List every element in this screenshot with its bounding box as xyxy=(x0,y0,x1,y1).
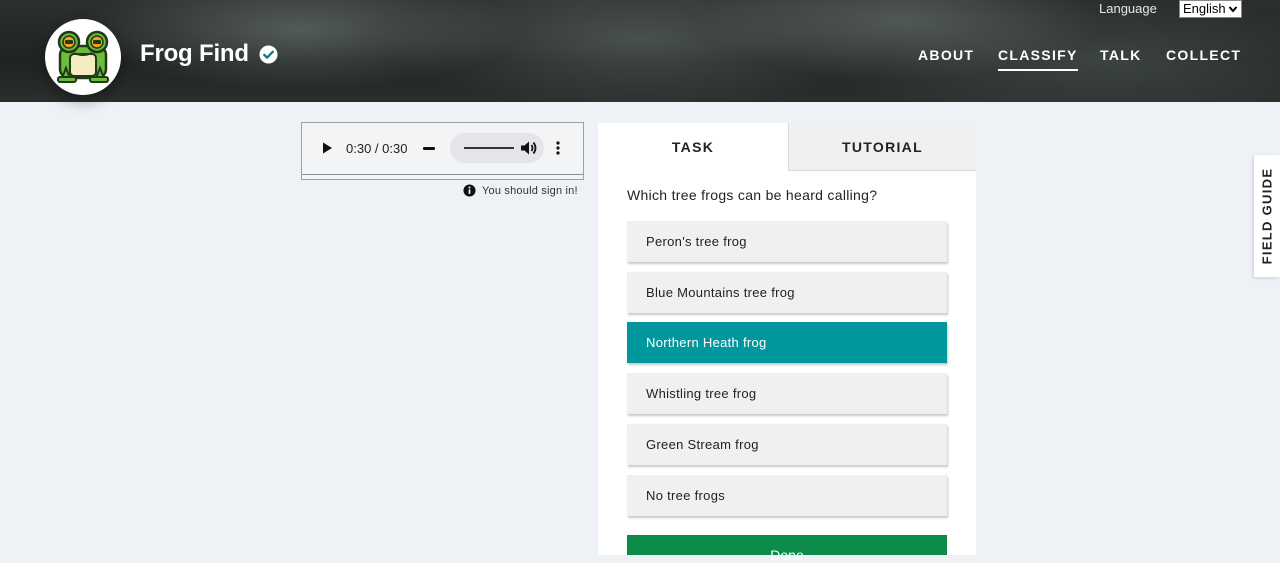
chevron-down-icon xyxy=(1228,6,1238,13)
answer-perons-tree-frog[interactable]: Peron's tree frog xyxy=(627,221,947,262)
nav-about[interactable]: ABOUT xyxy=(918,47,974,63)
volume-icon[interactable] xyxy=(520,140,538,156)
signin-notice: You should sign in! xyxy=(482,185,578,197)
verified-check-icon xyxy=(259,45,278,64)
project-title[interactable]: Frog Find xyxy=(140,40,249,68)
answer-northern-heath-frog[interactable]: Northern Heath frog xyxy=(627,322,947,363)
answer-no-tree-frogs[interactable]: No tree frogs xyxy=(627,475,947,516)
more-options-icon[interactable] xyxy=(553,140,563,156)
answer-green-stream-frog[interactable]: Green Stream frog xyxy=(627,424,947,465)
nav-collect[interactable]: COLLECT xyxy=(1166,47,1241,63)
field-guide-label: FIELD GUIDE xyxy=(1259,167,1275,265)
nav-classify[interactable]: CLASSIFY xyxy=(998,47,1078,71)
answer-whistling-tree-frog[interactable]: Whistling tree frog xyxy=(627,373,947,414)
language-selected-value: English xyxy=(1183,1,1226,16)
answer-blue-mountains-tree-frog[interactable]: Blue Mountains tree frog xyxy=(627,272,947,313)
nav-talk[interactable]: TALK xyxy=(1100,47,1142,63)
tab-tutorial[interactable]: TUTORIAL xyxy=(788,123,976,171)
audio-progress-icon[interactable] xyxy=(423,147,435,150)
task-question: Which tree frogs can be heard calling? xyxy=(627,187,878,203)
done-button[interactable]: Done xyxy=(627,535,947,563)
audio-divider xyxy=(302,174,583,175)
info-icon xyxy=(463,184,476,197)
play-icon[interactable] xyxy=(319,139,335,157)
project-header: Frog Find Language English ABOUT CLASSIF… xyxy=(0,0,1280,102)
frog-logo-icon[interactable] xyxy=(45,19,121,95)
language-select[interactable]: English xyxy=(1179,0,1242,18)
tab-task[interactable]: TASK xyxy=(598,123,788,171)
volume-slider[interactable] xyxy=(464,147,514,149)
audio-time: 0:30 / 0:30 xyxy=(346,141,408,156)
language-label: Language xyxy=(1099,1,1157,16)
field-guide-button[interactable]: FIELD GUIDE xyxy=(1254,155,1280,277)
